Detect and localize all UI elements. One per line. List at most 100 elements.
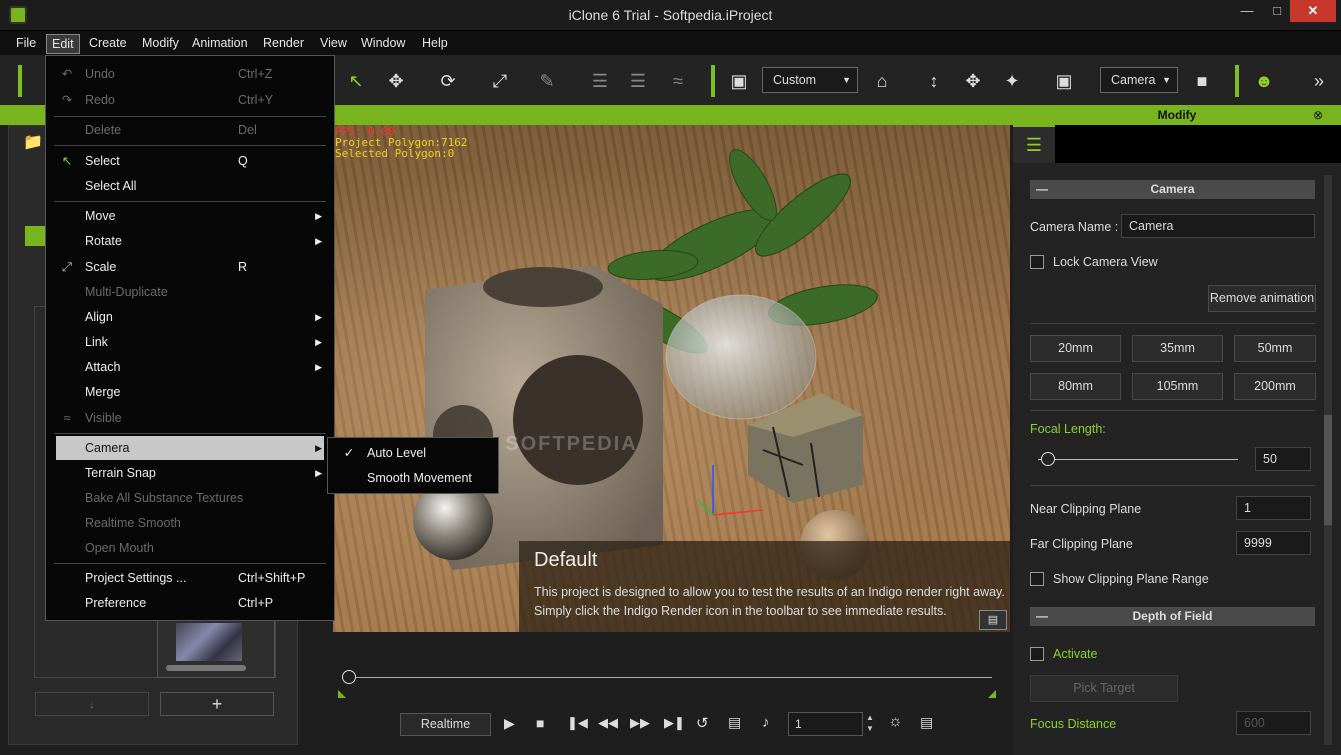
menu-item-redo[interactable]: ↷ Redo Ctrl+Y [46, 88, 334, 112]
menu-item-open-mouth[interactable]: Open Mouth [46, 536, 334, 560]
move-tool-icon[interactable]: ✥ [382, 67, 410, 95]
sliders-tab-icon[interactable]: ☰ [1013, 125, 1055, 163]
download-content-button[interactable]: ↓ [35, 692, 149, 716]
menu-item-scale[interactable]: ⤢ Scale R [46, 255, 334, 279]
timeline-track[interactable] [349, 677, 992, 678]
menu-animation[interactable]: Animation [187, 34, 253, 54]
focal-length-slider-handle[interactable] [1041, 452, 1055, 466]
menu-item-multi-duplicate[interactable]: Multi-Duplicate [46, 280, 334, 304]
menu-item-label: Link [85, 335, 108, 349]
menu-item-visible[interactable]: ≈ Visible [46, 406, 334, 430]
menu-window[interactable]: Window [356, 34, 410, 54]
lens-50mm-button[interactable]: 50mm [1234, 335, 1316, 362]
scale-tool-icon[interactable]: ⤢ [486, 67, 514, 95]
menu-item-auto-level[interactable]: ✓ Auto Level [328, 441, 498, 465]
menu-modify[interactable]: Modify [137, 34, 184, 54]
depth-of-field-section-header[interactable]: — Depth of Field [1030, 607, 1315, 626]
frame-stepper[interactable]: ▲ ▼ [863, 712, 877, 736]
rewind-icon[interactable]: ◀◀ [598, 715, 618, 731]
menu-item-terrain-snap[interactable]: Terrain Snap ▶ [46, 461, 334, 485]
close-button[interactable]: ✕ [1290, 0, 1336, 22]
remove-animation-button[interactable]: Remove animation [1208, 285, 1316, 312]
menu-item-select[interactable]: ↖ Select Q [46, 149, 334, 173]
focal-length-field[interactable]: 50 [1255, 447, 1311, 471]
settings-sun-icon[interactable]: ☼ [888, 713, 903, 731]
lens-80mm-button[interactable]: 80mm [1030, 373, 1121, 400]
subtitle-icon[interactable]: ▤ [728, 714, 741, 731]
panel-scrollbar-thumb[interactable] [1324, 415, 1332, 525]
fast-forward-icon[interactable]: ▶▶ [630, 715, 650, 731]
lens-35mm-button[interactable]: 35mm [1132, 335, 1223, 362]
realtime-button[interactable]: Realtime [400, 713, 491, 736]
menu-separator [54, 116, 326, 117]
frame-number-field[interactable]: 1 [788, 712, 863, 736]
lens-200mm-button[interactable]: 200mm [1234, 373, 1316, 400]
camera-dropdown[interactable]: Camera ▼ [1100, 67, 1178, 93]
menu-item-bake-textures[interactable]: Bake All Substance Textures [46, 486, 334, 510]
menu-view[interactable]: View [315, 34, 352, 54]
menu-separator [54, 201, 326, 202]
menu-item-move[interactable]: Move ▶ [46, 204, 334, 228]
snap-tool-icon[interactable]: ✎ [533, 67, 561, 95]
menu-help[interactable]: Help [417, 34, 453, 54]
close-panel-icon[interactable]: ⊗ [1313, 105, 1323, 125]
expand-toolbar-icon[interactable]: » [1305, 67, 1333, 95]
pan-icon[interactable]: ✥ [959, 67, 987, 95]
video-camera-icon[interactable]: ■ [1188, 67, 1216, 95]
music-note-icon[interactable]: ♪ [762, 714, 770, 731]
lock-camera-view-checkbox[interactable] [1030, 255, 1044, 269]
camera-section-header[interactable]: — Camera [1030, 180, 1315, 199]
timeline-scrubber[interactable] [342, 670, 356, 684]
previous-frame-icon[interactable]: ❚◀ [567, 715, 588, 731]
menu-file[interactable]: File [11, 34, 41, 54]
loop-icon[interactable]: ↺ [696, 714, 709, 732]
menu-item-undo[interactable]: ↶ Undo Ctrl+Z [46, 62, 334, 86]
viewport-layout-icon[interactable]: ▣ [725, 67, 753, 95]
menu-item-project-settings[interactable]: Project Settings ... Ctrl+Shift+P [46, 566, 334, 590]
menu-item-select-all[interactable]: Select All [46, 174, 334, 198]
next-frame-icon[interactable]: ▶❚ [664, 715, 685, 731]
view-mode-dropdown[interactable]: Custom ▼ [762, 67, 858, 93]
menu-item-link[interactable]: Link ▶ [46, 330, 334, 354]
comment-icon[interactable]: ▤ [979, 610, 1007, 630]
far-clipping-plane-field[interactable]: 9999 [1236, 531, 1311, 555]
near-clipping-plane-field[interactable]: 1 [1236, 496, 1311, 520]
menu-edit[interactable]: Edit [46, 34, 80, 54]
focus-distance-field[interactable]: 600 [1236, 711, 1311, 735]
menu-item-merge[interactable]: Merge [46, 380, 334, 404]
visibility-icon[interactable]: ≈ [664, 67, 692, 95]
lens-20mm-button[interactable]: 20mm [1030, 335, 1121, 362]
menu-item-camera[interactable]: Camera ▶ [56, 436, 324, 460]
lens-105mm-button[interactable]: 105mm [1132, 373, 1223, 400]
align-right-icon[interactable]: ☰ [624, 67, 652, 95]
menu-item-attach[interactable]: Attach ▶ [46, 355, 334, 379]
focal-length-slider-track[interactable] [1038, 459, 1238, 460]
home-icon[interactable]: ⌂ [868, 67, 896, 95]
align-left-icon[interactable]: ☰ [586, 67, 614, 95]
menu-item-preference[interactable]: Preference Ctrl+P [46, 591, 334, 615]
play-icon[interactable]: ▶ [504, 715, 515, 732]
timeline-panel-icon[interactable]: ▤ [920, 714, 933, 731]
menu-item-smooth-movement[interactable]: Smooth Movement [328, 466, 498, 490]
select-tool-icon[interactable]: ↖ [342, 67, 370, 95]
menu-item-align[interactable]: Align ▶ [46, 305, 334, 329]
character-tool-icon[interactable]: ☻ [1250, 67, 1278, 95]
zoom-extents-icon[interactable]: ↕ [920, 67, 948, 95]
content-thumbnail-item[interactable] [157, 616, 275, 678]
rotate-tool-icon[interactable]: ⟳ [434, 67, 462, 95]
menu-create[interactable]: Create [84, 34, 132, 54]
show-clipping-range-checkbox[interactable] [1030, 572, 1044, 586]
camera-name-field[interactable]: Camera [1121, 214, 1315, 238]
3d-viewport[interactable]: FPS: 0.00 Project Polygon:7162 Selected … [333, 125, 1010, 632]
add-content-button[interactable]: + [160, 692, 274, 716]
window-title: iClone 6 Trial - Softpedia.iProject [568, 7, 773, 23]
menu-item-realtime-smooth[interactable]: Realtime Smooth [46, 511, 334, 535]
menu-item-delete[interactable]: Delete Del [46, 118, 334, 142]
orbit-icon[interactable]: ✦ [998, 67, 1026, 95]
menu-render[interactable]: Render [258, 34, 309, 54]
menu-item-rotate[interactable]: Rotate ▶ [46, 229, 334, 253]
pick-target-button[interactable]: Pick Target [1030, 675, 1178, 702]
stop-icon[interactable]: ■ [536, 715, 544, 731]
frame-selected-icon[interactable]: ▣ [1050, 67, 1078, 95]
activate-dof-checkbox[interactable] [1030, 647, 1044, 661]
